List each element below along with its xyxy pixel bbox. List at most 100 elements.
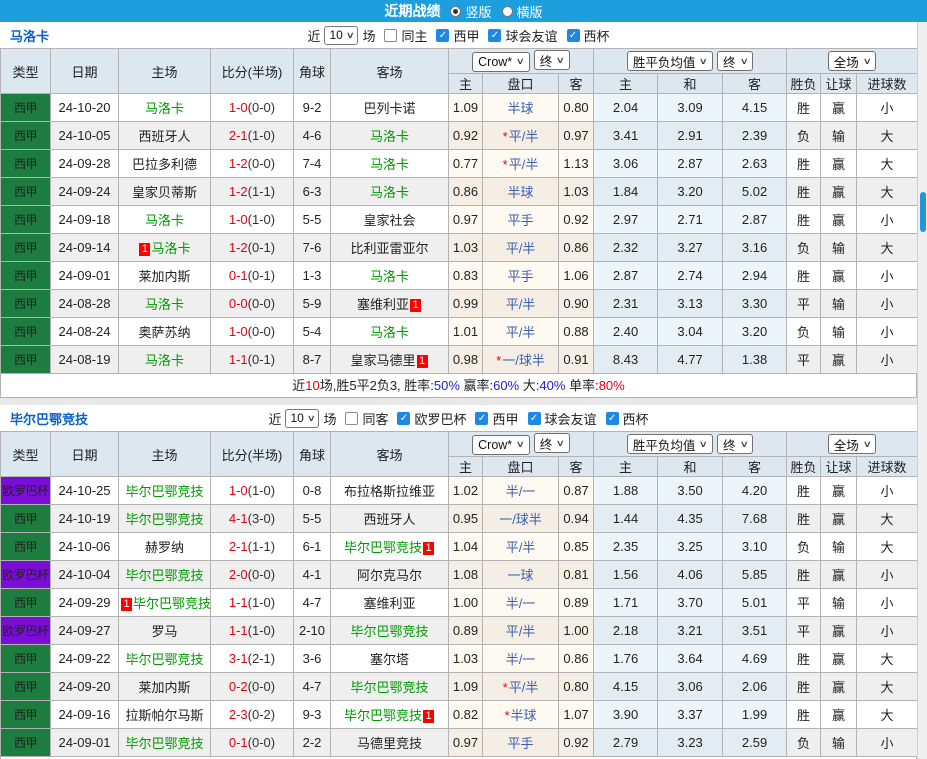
- league-filter-checkbox[interactable]: ✓: [566, 28, 580, 42]
- scope-select[interactable]: 全场 ∨: [827, 51, 877, 71]
- chevron-down-icon: ∨: [862, 55, 872, 66]
- same-venue-checkbox[interactable]: [345, 411, 359, 425]
- match-date: 24-09-01: [50, 728, 119, 757]
- away-team-name: 布拉格斯拉维亚: [343, 484, 435, 499]
- league-filter-checkbox[interactable]: ✓: [605, 411, 619, 425]
- recent-count-select[interactable]: 10 ∨: [324, 25, 359, 45]
- away-team-cell: 塞维利亚 1: [330, 289, 449, 318]
- full-score: 1-2: [228, 240, 248, 255]
- avg-time-select[interactable]: 终 ∨: [717, 434, 754, 454]
- match-date: 24-09-22: [50, 644, 119, 673]
- avg-home: 1.76: [593, 644, 659, 673]
- result-goals: 大: [856, 644, 919, 673]
- match-date: 24-10-06: [50, 532, 119, 561]
- score-cell: 0-1(0-1): [210, 261, 294, 290]
- odds-away: 0.85: [557, 532, 595, 561]
- away-team-name: 比利亚雷亚尔: [350, 241, 429, 256]
- home-team-cell: 马洛卡: [118, 289, 211, 318]
- league-filter-checkbox[interactable]: ✓: [527, 411, 541, 425]
- league-badge: 西甲: [0, 345, 51, 374]
- result-goals: 大: [856, 700, 919, 729]
- result-goals: 大: [856, 177, 919, 206]
- match-row: 西甲 24-08-24 奥萨苏纳 1-0(0-0) 5-4 马洛卡 1.01 平/半 0.88 2…: [0, 317, 919, 346]
- result-outcome: 平: [786, 289, 822, 318]
- avg-home: 2.79: [593, 728, 659, 757]
- avg-away: 2.87: [722, 205, 788, 234]
- home-team-cell: 罗马: [118, 616, 211, 645]
- column-header: 主场: [118, 431, 211, 477]
- avg-draw: 3.20: [657, 177, 724, 206]
- league-badge: 西甲: [0, 289, 51, 318]
- corner-score: 5-9: [293, 289, 331, 318]
- odds-away: 0.97: [557, 121, 595, 150]
- result-goals: 小: [856, 345, 919, 374]
- filter-bar: 马洛卡近 10 ∨ 场同主 ✓ 西甲 ✓ 球会友谊 ✓ 西杯: [0, 22, 917, 48]
- league-filter-checkbox[interactable]: ✓: [475, 411, 489, 425]
- radio-unselected-icon[interactable]: [501, 5, 513, 17]
- odds-away: 0.80: [557, 93, 595, 122]
- handicap-value: 平/半: [505, 624, 536, 639]
- league-filter-checkbox[interactable]: ✓: [488, 28, 502, 42]
- horizontal-layout-radio[interactable]: 横版: [501, 2, 543, 21]
- corner-score: 4-1: [293, 560, 331, 589]
- same-venue-checkbox[interactable]: [384, 28, 398, 42]
- red-flag-badge: 1: [121, 598, 132, 611]
- handicap-value: 平/半: [508, 129, 539, 144]
- avg-draw: 3.70: [657, 588, 724, 617]
- chevron-down-icon: ∨: [555, 54, 566, 65]
- home-team-name: 奥萨苏纳: [138, 325, 191, 340]
- full-score: 1-0: [228, 483, 248, 498]
- odds-away: 0.81: [557, 560, 595, 589]
- league-badge: 欧罗巴杯: [0, 616, 51, 645]
- away-team-cell: 布拉格斯拉维亚: [330, 476, 449, 505]
- avg-type-select[interactable]: 胜平负均值 ∨: [626, 51, 714, 71]
- home-team-cell: 莱加内斯: [118, 261, 211, 290]
- sub-column-header: 和: [657, 456, 724, 477]
- away-team-name: 塞尔塔: [369, 652, 409, 667]
- odds-source-select[interactable]: Crow* ∨: [472, 51, 530, 72]
- avg-type-select[interactable]: 胜平负均值 ∨: [626, 434, 714, 454]
- odds-time-select[interactable]: 终 ∨: [533, 50, 570, 71]
- radio-selected-icon[interactable]: [450, 5, 462, 17]
- odds-home: 0.77: [448, 149, 483, 178]
- home-team-cell: 马洛卡: [118, 205, 211, 234]
- home-team-name: 拉斯帕尔马斯: [125, 708, 204, 723]
- odds-source-select[interactable]: Crow* ∨: [472, 434, 530, 455]
- away-team-cell: 毕尔巴鄂竞技: [330, 616, 449, 645]
- home-team-cell: 奥萨苏纳: [118, 317, 211, 346]
- corner-score: 5-5: [293, 504, 331, 533]
- scrollbar-thumb[interactable]: [920, 192, 926, 232]
- vertical-layout-radio[interactable]: 竖版: [450, 2, 492, 21]
- handicap-value: 半/一: [505, 596, 536, 611]
- league-filter-checkbox[interactable]: ✓: [397, 411, 411, 425]
- home-team-name: 莱加内斯: [138, 269, 191, 284]
- handicap-value: 平手: [507, 269, 534, 284]
- away-team-name: 西班牙人: [363, 512, 416, 527]
- avg-away: 3.51: [722, 616, 788, 645]
- half-score: (0-2): [247, 707, 276, 722]
- scope-select[interactable]: 全场 ∨: [827, 434, 877, 454]
- avg-time-select[interactable]: 终 ∨: [717, 51, 754, 71]
- odds-time-select[interactable]: 终 ∨: [533, 433, 570, 454]
- avg-home: 2.97: [593, 205, 659, 234]
- corner-score: 2-2: [293, 728, 331, 757]
- handicap-change-star: *: [502, 157, 508, 172]
- league-filter-checkbox[interactable]: ✓: [436, 28, 450, 42]
- scrollbar-track[interactable]: [917, 22, 927, 759]
- away-team-name: 塞维利亚: [363, 596, 416, 611]
- match-row: 欧罗巴杯 24-09-27 罗马 1-1(1-0) 2-10 毕尔巴鄂竞技 0.89 平/半 1…: [0, 616, 919, 645]
- odds-home: 0.97: [448, 205, 483, 234]
- sub-column-header: 主: [448, 456, 483, 477]
- column-header: 日期: [50, 48, 119, 94]
- avg-time-select-value: 终: [723, 55, 736, 70]
- away-team-name: 毕尔巴鄂竞技: [343, 540, 422, 555]
- avg-away: 5.01: [722, 588, 788, 617]
- games-label: 场: [323, 411, 337, 427]
- home-team-name: 皇家贝蒂斯: [131, 185, 197, 200]
- odds-home: 1.03: [448, 644, 483, 673]
- home-team-cell: 莱加内斯: [118, 672, 211, 701]
- recent-count-select[interactable]: 10 ∨: [285, 408, 320, 428]
- avg-away: 3.10: [722, 532, 788, 561]
- odds-home: 0.97: [448, 728, 483, 757]
- half-score: (1-0): [247, 623, 276, 638]
